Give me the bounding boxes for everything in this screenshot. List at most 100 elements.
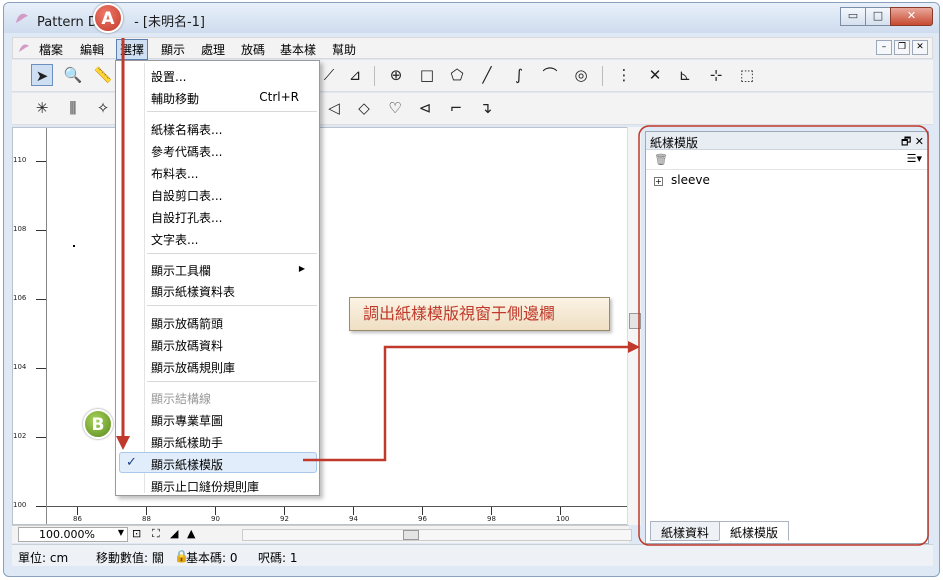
hruler-label: 92 — [280, 515, 289, 523]
diamond-dart-tool-icon[interactable]: ◇ — [353, 97, 375, 119]
menu-item-show-sketch[interactable]: 顯示專業草圖 — [151, 412, 223, 429]
rectangle-tool-icon[interactable]: □ — [416, 64, 438, 86]
fold-tool-icon[interactable]: ✧ — [92, 97, 114, 119]
shield-dart-tool-icon[interactable]: ♡ — [384, 97, 406, 119]
hruler-label: 90 — [211, 515, 220, 523]
menu-grading[interactable]: 放碼 — [241, 41, 265, 58]
pointer-tool-icon[interactable]: ➤ — [31, 64, 53, 86]
menu-item-show-pattern-assistant[interactable]: 顯示紙樣助手 — [151, 434, 223, 451]
fit-icon[interactable]: ⊡ — [132, 527, 141, 540]
vertical-point-tool-icon[interactable]: ⋮ — [613, 64, 635, 86]
select-box-tool-icon[interactable]: ⬚ — [736, 64, 758, 86]
menu-item-custom-punch[interactable]: 自設打孔表... — [151, 209, 222, 226]
vruler-label: 106 — [13, 294, 27, 302]
cross-point-tool-icon[interactable]: ✕ — [644, 64, 666, 86]
menu-item-pattern-names[interactable]: 紙樣名稱表... — [151, 121, 222, 138]
menu-item-show-toolbar[interactable]: 顯示工具欄 — [151, 262, 211, 279]
pattern-template-panel: 紙樣模版 🗗 ✕ 🗑 ☰▾ + sleeve 紙樣資料 紙樣模版 — [645, 131, 929, 544]
axis-tool-icon[interactable]: ⊾ — [674, 64, 696, 86]
zoom-tool-icon[interactable]: 🔍 — [62, 64, 84, 86]
app-logo-icon — [16, 13, 28, 23]
terrain-icon[interactable]: ◢ — [170, 527, 178, 540]
hruler-label: 100 — [556, 515, 570, 523]
window-controls: ▭ □ ✕ — [840, 7, 933, 26]
panel-title-bar: 紙樣模版 🗗 ✕ — [646, 132, 928, 150]
menu-item-custom-notch[interactable]: 自設剪口表... — [151, 187, 222, 204]
vertical-scroll-thumb[interactable] — [629, 313, 641, 329]
maximize-button[interactable]: □ — [865, 7, 891, 26]
list-menu-icon[interactable]: ☰▾ — [907, 152, 922, 165]
menu-help[interactable]: 幫助 — [332, 41, 356, 58]
horizontal-scrollbar[interactable] — [242, 529, 632, 541]
float-icon[interactable]: 🗗 — [901, 135, 911, 148]
trash-icon[interactable]: 🗑 — [654, 153, 668, 166]
yard-status: 呎碼: 1 — [258, 551, 298, 565]
tab-pattern-data[interactable]: 紙樣資料 — [650, 521, 721, 541]
doc-minimize-button[interactable]: – — [876, 40, 892, 55]
target-tool-icon[interactable]: ⊕ — [385, 64, 407, 86]
menu-item-show-seam-rules[interactable]: 顯示止口縫份規則庫 — [151, 478, 259, 495]
expand-icon[interactable]: + — [654, 177, 663, 186]
menu-item-assist-move[interactable]: 輔助移動 — [151, 90, 199, 107]
select-dropdown-menu: ✓ 設置... 輔助移動 Ctrl+R 紙樣名稱表... 參考代碼表... 布料… — [115, 60, 320, 496]
menu-edit[interactable]: 編輯 — [80, 41, 104, 58]
menu-item-settings[interactable]: 設置... — [151, 68, 186, 85]
angle-tool-icon[interactable]: ⊿ — [344, 64, 366, 86]
menu-select[interactable]: 選擇 — [116, 39, 149, 60]
arc-tool-icon[interactable]: ⌒ — [539, 64, 561, 86]
menu-item-show-grading-data[interactable]: 顯示放碼資料 — [151, 337, 223, 354]
notch-tool-icon[interactable]: ✳ — [31, 97, 53, 119]
panel-toolbar: 🗑 ☰▾ — [646, 150, 928, 170]
menu-process[interactable]: 處理 — [201, 41, 225, 58]
menu-file[interactable]: 檔案 — [39, 41, 63, 58]
doc-restore-button[interactable]: ❐ — [894, 40, 910, 55]
vruler-label: 108 — [13, 225, 27, 233]
menu-item-reference-codes[interactable]: 參考代碼表... — [151, 143, 222, 160]
close-button[interactable]: ✕ — [890, 7, 933, 26]
document-controls: – ❐ ✕ — [876, 40, 928, 55]
hruler-label: 96 — [418, 515, 427, 523]
fan-tool-icon[interactable]: ⊲ — [414, 97, 436, 119]
menu-item-shortcut: Ctrl+R — [259, 90, 299, 104]
zoom-select[interactable]: 100.000% ▼ — [18, 527, 128, 542]
bend-tool-icon[interactable]: ↴ — [475, 97, 497, 119]
hruler-tick — [215, 507, 216, 515]
tab-pattern-template[interactable]: 紙樣模版 — [719, 521, 790, 541]
canvas-status-row: 100.000% ▼ ⊡ ⛶ ◢ ▲ — [12, 525, 632, 543]
horizontal-scroll-thumb[interactable] — [403, 530, 419, 540]
straight-line-tool-icon[interactable]: ╱ — [476, 64, 498, 86]
vruler-label: 110 — [13, 156, 27, 164]
hruler-label: 86 — [73, 515, 82, 523]
title-bar: Pattern D - [未明名-1] ▭ □ ✕ — [4, 3, 939, 33]
status-bar: 單位: cm 移動數值: 關 🔒 基本碼: 0 呎碼: 1 — [12, 544, 933, 566]
curve-tool-icon[interactable]: ∫ — [508, 64, 530, 86]
menu-base-pattern[interactable]: 基本樣 — [280, 41, 316, 58]
split-tool-icon[interactable]: ⊹ — [705, 64, 727, 86]
menu-item-fabric-table[interactable]: 布料表... — [151, 165, 198, 182]
spiral-tool-icon[interactable]: ◎ — [570, 64, 592, 86]
mountain-icon[interactable]: ▲ — [187, 527, 195, 540]
horizontal-ruler: 86 88 90 92 94 96 98 100 — [47, 506, 630, 524]
tree-item[interactable]: + sleeve — [654, 173, 710, 187]
menu-item-show-pattern-template[interactable]: 顯示紙樣模版 — [151, 456, 223, 473]
line-tool-icon[interactable]: ⟋ — [318, 64, 340, 86]
menu-item-show-grading-rules[interactable]: 顯示放碼規則庫 — [151, 359, 235, 376]
vruler-tick — [36, 161, 46, 162]
panel-title: 紙樣模版 — [650, 136, 699, 150]
polygon-tool-icon[interactable]: ⬠ — [446, 64, 468, 86]
corner-tool-icon[interactable]: ⌐ — [445, 97, 467, 119]
toolbar-separator — [602, 66, 603, 86]
menu-item-show-grading-arrows[interactable]: 顯示放碼箭頭 — [151, 315, 223, 332]
menu-view[interactable]: 顯示 — [161, 41, 185, 58]
minimize-button[interactable]: ▭ — [840, 7, 866, 26]
panel-close-icon[interactable]: ✕ — [915, 135, 924, 148]
doc-close-button[interactable]: ✕ — [912, 40, 928, 55]
vertical-scrollbar[interactable] — [627, 127, 641, 525]
menu-item-show-pattern-data[interactable]: 顯示紙樣資料表 — [151, 283, 235, 300]
dart-tool-icon[interactable]: ◁ — [323, 97, 345, 119]
menu-item-show-structure-lines: 顯示結構線 — [151, 392, 212, 406]
pleat-tool-icon[interactable]: ⫼ — [62, 97, 84, 119]
ruler-tool-icon[interactable]: 📏 — [92, 64, 114, 86]
menu-item-text-table[interactable]: 文字表... — [151, 231, 198, 248]
expand-icon[interactable]: ⛶ — [152, 527, 160, 541]
